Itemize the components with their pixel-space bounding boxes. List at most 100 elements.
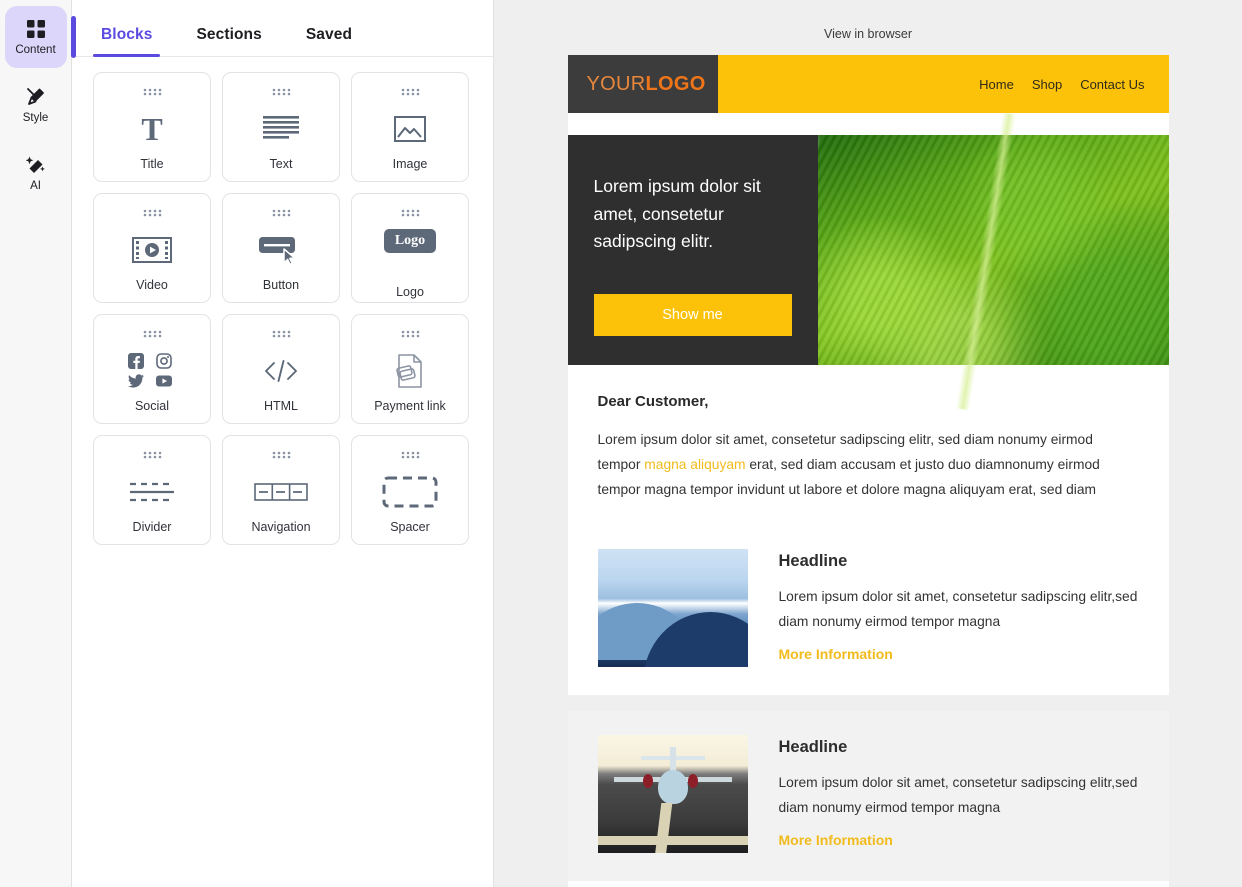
navigation-bar-icon — [223, 463, 339, 521]
image-mountain-icon — [352, 100, 468, 158]
block-tile-label: Payment link — [374, 398, 446, 413]
block-tile-label: Image — [392, 156, 428, 171]
logo-chip-icon: Logo — [352, 221, 468, 286]
block-tile-social[interactable]: Social — [93, 314, 211, 424]
rail-item-label: Style — [22, 111, 49, 124]
block-tile-label: Logo — [396, 284, 424, 299]
drag-handle-icon[interactable] — [141, 447, 163, 459]
left-rail: Content Style AI — [0, 0, 76, 887]
email-builder-app: Content Style AI Blocks Sections Saved T… — [0, 0, 1242, 887]
article-more-information-link[interactable]: More Information — [779, 832, 893, 848]
plane-engine-left — [642, 773, 653, 788]
email-article-block-1[interactable]: Headline Lorem ipsum dolor sit amet, con… — [567, 524, 1169, 695]
email-article-block-2[interactable]: Headline Lorem ipsum dolor sit amet, con… — [567, 710, 1169, 881]
block-tile-payment-link[interactable]: Payment link — [351, 314, 469, 424]
divider-lines-icon — [94, 463, 210, 521]
active-indicator-bar — [70, 16, 76, 58]
block-tile-label: Title — [140, 156, 164, 171]
text-lines-icon — [223, 100, 339, 158]
drag-handle-icon[interactable] — [270, 205, 292, 217]
blocks-grid: T Title Text Image Video Button Logo Log… — [72, 57, 493, 545]
article-image-mountains — [597, 548, 748, 667]
drag-handle-icon[interactable] — [399, 326, 421, 338]
title-T-icon: T — [141, 110, 163, 147]
block-tile-button[interactable]: Button — [222, 193, 340, 303]
email-hero-block[interactable]: Lorem ipsum dolor sit amet, consetetur s… — [567, 112, 1169, 411]
video-filmstrip-play-icon — [94, 221, 210, 279]
email-nav: Home Shop Contact Us — [717, 55, 1169, 113]
block-tile-label: Button — [262, 277, 300, 292]
panel-tabs: Blocks Sections Saved — [72, 0, 493, 57]
article-paragraph: Lorem ipsum dolor sit amet, consetetur s… — [778, 774, 1138, 815]
tab-saved[interactable]: Saved — [298, 26, 360, 56]
drag-handle-icon[interactable] — [270, 326, 292, 338]
runway-cross-line — [597, 836, 748, 846]
email-preview-canvas: View in browser YOURLOGO Home Shop Conta… — [494, 0, 1242, 887]
drag-handle-icon[interactable] — [141, 84, 163, 96]
block-tile-label: Video — [136, 277, 168, 292]
article-headline: Headline — [778, 551, 848, 570]
email-logo-cell[interactable]: YOURLOGO — [567, 55, 718, 113]
article-image-airplane — [597, 734, 748, 853]
email-text-block[interactable]: Dear Customer, Lorem ipsum dolor sit ame… — [567, 365, 1169, 525]
block-tile-label: Social — [134, 398, 170, 413]
drag-handle-icon[interactable] — [399, 447, 421, 459]
drag-handle-icon[interactable] — [399, 84, 421, 96]
block-tile-label: Navigation — [251, 519, 311, 534]
runway-line — [654, 803, 672, 853]
block-tile-video[interactable]: Video — [93, 193, 211, 303]
rail-item-content[interactable]: Content — [4, 6, 76, 68]
rail-item-label: Content — [15, 43, 56, 56]
rail-item-style[interactable]: Style — [5, 74, 67, 136]
article-headline: Headline — [778, 737, 848, 756]
email-section-gap — [567, 694, 1169, 711]
block-tile-label: Spacer — [390, 519, 430, 534]
plane-fuselage — [657, 770, 688, 805]
email-nav-item-contact-us[interactable]: Contact Us — [1080, 77, 1144, 92]
block-tile-spacer[interactable]: Spacer — [351, 435, 469, 545]
twitter-icon — [128, 373, 148, 389]
block-tile-divider[interactable]: Divider — [93, 435, 211, 545]
block-tile-text[interactable]: Text — [222, 72, 340, 182]
facebook-icon — [128, 352, 148, 369]
hero-title: Lorem ipsum dolor sit amet, consetetur s… — [593, 176, 761, 252]
inline-link-magna-aliquyam[interactable]: magna aliquyam — [644, 457, 745, 472]
hero-cta-button[interactable]: Show me — [593, 293, 792, 336]
email-header-block[interactable]: YOURLOGO Home Shop Contact Us — [567, 55, 1169, 113]
logo-suffix: LOGO — [645, 72, 706, 95]
email-nav-item-shop[interactable]: Shop — [1032, 77, 1062, 92]
article-text-2: Headline Lorem ipsum dolor sit amet, con… — [779, 735, 1139, 853]
view-in-browser-link[interactable]: View in browser — [494, 0, 1242, 55]
email-nav-item-home[interactable]: Home — [979, 77, 1014, 92]
email-paragraph: Lorem ipsum dolor sit amet, consetetur s… — [598, 427, 1139, 503]
email-salutation: Dear Customer, — [597, 393, 709, 410]
email-header-spacer — [567, 113, 1169, 135]
email-document: YOURLOGO Home Shop Contact Us Lorem ipsu… — [567, 55, 1169, 887]
drag-handle-icon[interactable] — [270, 447, 292, 459]
paintbrush-icon — [25, 86, 47, 108]
block-tile-title[interactable]: T Title — [93, 72, 211, 182]
tab-blocks[interactable]: Blocks — [93, 26, 161, 57]
plane-tail — [669, 746, 676, 771]
rail-item-label: AI — [30, 179, 41, 192]
youtube-icon — [156, 373, 176, 389]
drag-handle-icon[interactable] — [141, 326, 163, 338]
article-more-information-link[interactable]: More Information — [779, 646, 893, 662]
email-next-section-placeholder[interactable] — [567, 880, 1169, 887]
rail-item-ai[interactable]: AI — [5, 142, 67, 204]
block-tile-label: Divider — [132, 519, 172, 534]
drag-handle-icon[interactable] — [399, 205, 421, 217]
button-cursor-icon — [223, 221, 339, 279]
block-tile-logo[interactable]: Logo Logo — [351, 193, 469, 303]
hero-text-cell: Lorem ipsum dolor sit amet, consetetur s… — [567, 135, 818, 365]
drag-handle-icon[interactable] — [141, 205, 163, 217]
block-tile-html[interactable]: HTML — [222, 314, 340, 424]
social-networks-icon — [94, 342, 210, 400]
block-tile-navigation[interactable]: Navigation — [222, 435, 340, 545]
block-tile-image[interactable]: Image — [351, 72, 469, 182]
logo-prefix: YOUR — [586, 72, 646, 95]
email-logo-text: YOURLOGO — [587, 73, 706, 96]
drag-handle-icon[interactable] — [270, 84, 292, 96]
tab-sections[interactable]: Sections — [188, 26, 269, 56]
code-brackets-icon — [223, 342, 339, 400]
